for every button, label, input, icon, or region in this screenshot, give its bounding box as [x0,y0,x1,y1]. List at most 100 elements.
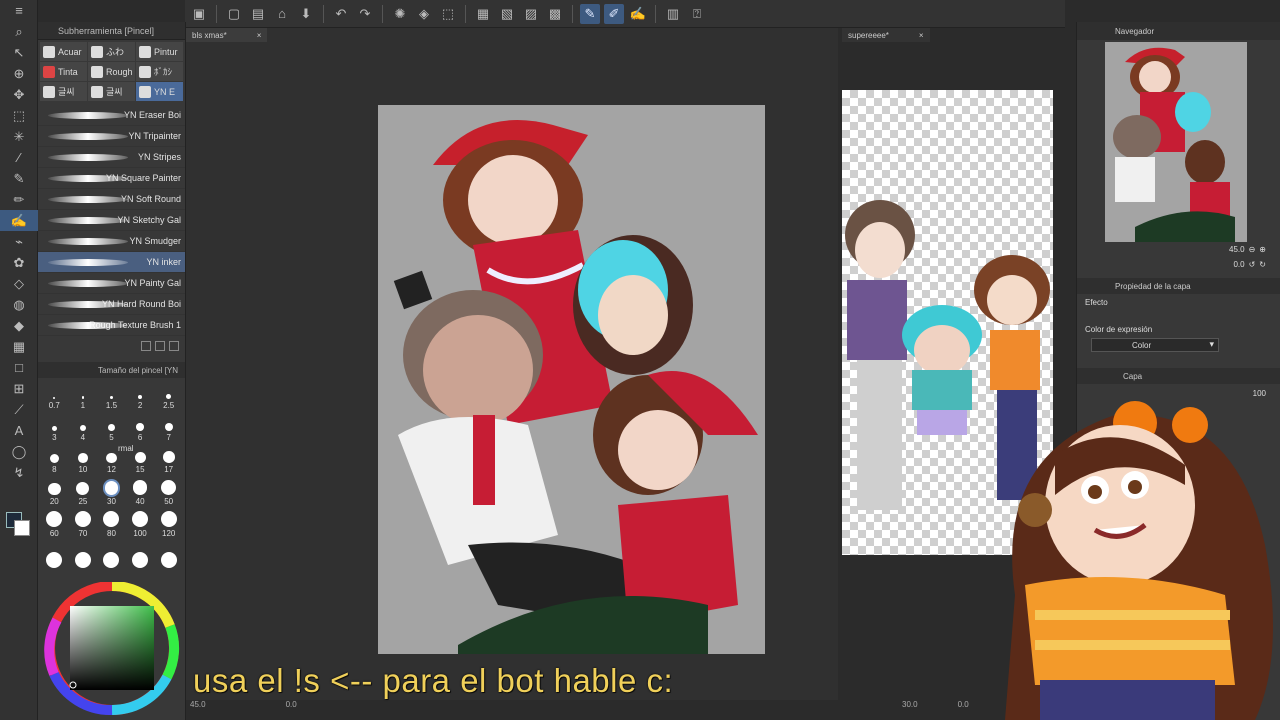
correct-line-icon[interactable]: ↯ [0,462,38,483]
subtool-tab[interactable]: Rough [88,62,135,81]
brush-size-preset[interactable]: 80 [97,510,126,538]
expression-color-select[interactable]: Color [1091,338,1219,352]
undo-icon[interactable]: ↶ [331,4,351,24]
ruler-icon[interactable]: ⟋ [0,399,38,420]
magnify-icon[interactable]: ⊕ [0,63,38,84]
brush-size-preset[interactable] [154,542,183,570]
brush-item[interactable]: YN Square Painter [38,168,185,189]
brush-size-preset[interactable] [69,542,98,570]
new-icon[interactable]: ▢ [224,4,244,24]
snap-icon[interactable]: ▩ [545,4,565,24]
subtool-tab[interactable]: 글씨 [88,82,135,101]
pen-icon[interactable]: ✎ [580,3,600,24]
sub-color-swatch[interactable] [14,520,30,536]
open-icon[interactable]: ▤ [248,4,268,24]
brush-size-preset[interactable]: 4 [69,414,98,442]
selection-icon[interactable]: ⬚ [0,105,38,126]
subtool-tab[interactable]: 글씨 [40,82,87,101]
zoom-readout[interactable]: 30.0 [902,700,918,712]
fill-icon[interactable]: ◆ [0,315,38,336]
brush-size-preset[interactable]: 7 [154,414,183,442]
brush-size-preset[interactable]: 1 [69,382,98,410]
brush-item[interactable]: YN Hard Round Boi [38,294,185,315]
subtool-tab[interactable]: Tinta [40,62,87,81]
brush-size-preset[interactable]: 120 [154,510,183,538]
folder-icon[interactable]: ⌂ [272,4,292,24]
eyedropper-icon[interactable]: ⁄ [0,147,38,168]
zoom-icon[interactable]: ⌕ [0,21,38,42]
brush-size-preset[interactable] [40,542,69,570]
eraser-icon[interactable]: ◇ [0,273,38,294]
pen-icon[interactable]: ✎ [0,168,38,189]
rotate-left-icon[interactable]: ↺ [1249,260,1256,269]
spinner-icon[interactable]: ✺ [390,4,410,24]
rotate-right-icon[interactable]: ↻ [1259,260,1266,269]
brush-size-preset[interactable]: 3 [40,414,69,442]
brush-size-preset[interactable]: 100 [126,510,155,538]
brush-size-preset[interactable] [126,542,155,570]
brush-size-preset[interactable]: 1.5 [97,382,126,410]
frame-icon[interactable]: ⊞ [0,378,38,399]
brush-size-preset[interactable]: 10 [69,446,98,474]
brush-size-preset[interactable]: 8 [40,446,69,474]
menu-icon[interactable]: ▣ [189,4,209,24]
magic-wand-icon[interactable]: ✳ [0,126,38,147]
brush-icon[interactable]: ✍ [628,4,648,24]
menu-icon[interactable]: ≡ [0,0,38,21]
brush-size-preset[interactable]: 60 [40,510,69,538]
subtool-tab[interactable]: YN E [136,82,183,101]
close-icon[interactable]: × [919,31,924,40]
move-icon[interactable]: ✥ [0,84,38,105]
angle-readout[interactable]: 0.0 [286,700,297,712]
brush-item[interactable]: YN Stripes [38,147,185,168]
brush-size-preset[interactable]: 2 [126,382,155,410]
subtool-tab[interactable]: ふわ [88,42,135,61]
brush-item[interactable]: YN Painty Gal [38,273,185,294]
brush-item[interactable]: YN Eraser Boi [38,105,185,126]
artwork-canvas[interactable] [378,105,765,654]
save-icon[interactable]: ⬇ [296,4,316,24]
brush-size-preset[interactable]: 0.7 [40,382,69,410]
balloon-icon[interactable]: ◯ [0,441,38,462]
navigator-zoom[interactable]: 45.0 [1229,245,1245,254]
navigator-angle[interactable]: 0.0 [1233,260,1244,269]
brush-icon[interactable]: ✍ [0,210,38,231]
zoom-readout[interactable]: 45.0 [190,700,206,712]
brush-size-preset[interactable] [97,542,126,570]
close-icon[interactable]: × [257,31,262,40]
brush-size-preset[interactable]: 30 [97,478,126,506]
brush-size-preset[interactable]: 6 [126,414,155,442]
document-tab[interactable]: bls xmas* × [186,28,268,42]
brush-size-preset[interactable]: 5 [97,414,126,442]
subtool-tab[interactable]: Pintur [136,42,183,61]
brush-item[interactable]: YN Soft Round [38,189,185,210]
brush-item[interactable]: YN Smudger [38,231,185,252]
angle-readout[interactable]: 0.0 [958,700,969,712]
blend-icon[interactable]: ◍ [0,294,38,315]
transform-icon[interactable]: ⬚ [438,4,458,24]
brush-size-preset[interactable]: 25 [69,478,98,506]
fill-icon[interactable]: ◈ [414,4,434,24]
brush-item-active[interactable]: YN inker [38,252,185,273]
docs-icon[interactable]: ▥ [663,4,683,24]
grid-alt-icon[interactable]: ▧ [497,4,517,24]
brush-size-preset[interactable]: 70 [69,510,98,538]
grid-icon[interactable]: ▦ [473,4,493,24]
gradient-icon[interactable]: ▦ [0,336,38,357]
brush-item[interactable]: YN Sketchy Gal [38,210,185,231]
color-wheel[interactable] [42,582,182,718]
ruler-icon[interactable]: ▨ [521,4,541,24]
figure-icon[interactable]: □ [0,357,38,378]
brush-size-preset[interactable]: 17 [154,446,183,474]
navigator-preview[interactable] [1105,42,1247,242]
brush-size-preset[interactable]: 40 [126,478,155,506]
subtool-tab[interactable]: Acuar [40,42,87,61]
document-tab[interactable]: supereeee* × [842,28,930,42]
redo-icon[interactable]: ↷ [355,4,375,24]
zoom-in-icon[interactable]: ⊕ [1259,245,1266,254]
blend-mode-label[interactable]: rmal [118,444,134,453]
brush-size-preset[interactable]: 2.5 [154,382,183,410]
pen-alt-icon[interactable]: ✐ [604,3,624,24]
text-icon[interactable]: A [0,420,38,441]
brush-item[interactable]: YN Tripainter [38,126,185,147]
